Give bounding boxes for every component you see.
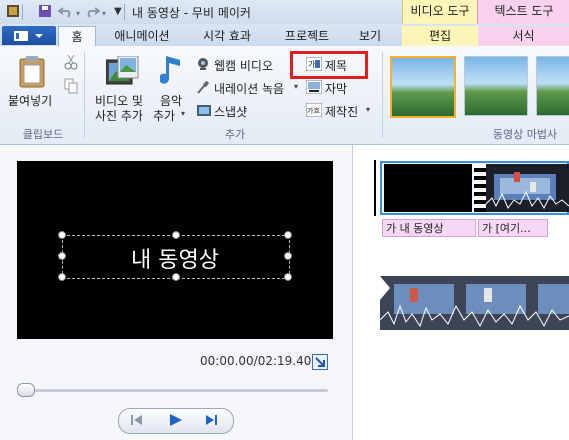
seek-bar[interactable] [18,389,328,392]
record-narration-label[interactable]: 내레이션 녹음 [214,80,284,97]
play-icon[interactable] [161,412,189,428]
group-separator [84,52,85,138]
paste-button-label[interactable]: 붙여넣기 [8,92,52,109]
add-music-icon[interactable] [159,54,184,91]
credits-label[interactable]: 제작진 [325,103,358,120]
title-highlight-box [290,51,368,79]
preview-caption-text: 내 동영상 [131,248,219,273]
webcam-icon[interactable] [196,57,210,74]
automovie-themes-group-label: 동영상 마법사 [492,128,558,141]
copy-icon[interactable] [64,78,78,97]
snapshot-label[interactable]: 스냅샷 [214,103,247,120]
context-tab-text-tools: 텍스트 도구 [477,0,569,25]
playhead-indicator [374,160,376,216]
group-separator [382,52,383,138]
customize-quick-access-icon[interactable]: ▼ [114,6,122,17]
theme-thumbnail[interactable] [464,56,528,116]
add-group-label: 추가 [224,128,246,141]
tab-project[interactable]: 프로젝트 [276,26,338,46]
tab-format[interactable]: 서식 [478,26,569,46]
seek-bar-thumb[interactable] [17,383,35,397]
credits-dropdown-icon[interactable]: ▾ [366,105,370,114]
time-display: 00:00.00/02:19.40 [200,354,312,368]
redo-dropdown-icon[interactable]: ▾ [102,9,106,18]
add-music-label-2[interactable]: 추가 [153,107,175,124]
previous-frame-icon[interactable] [124,412,152,428]
save-icon[interactable] [38,4,52,18]
snapshot-icon[interactable] [196,103,212,120]
credits-icon[interactable]: 가흐 [305,102,323,120]
resize-handle[interactable] [284,231,292,239]
tab-visual-effects[interactable]: 시각 효과 [194,26,260,46]
add-videos-photos-label-2[interactable]: 사진 추가 [95,107,143,124]
file-menu-button[interactable] [2,26,56,45]
tab-home[interactable]: 홈 [58,26,96,48]
context-tab-video-tools: 비디오 도구 [402,0,478,25]
storyboard-clip[interactable] [379,276,569,330]
qa-divider [22,4,23,20]
moviemaker-logo-icon [6,4,20,18]
resize-handle[interactable] [58,231,66,239]
resize-handle[interactable] [58,273,66,281]
undo-icon[interactable] [57,4,72,18]
add-videos-photos-icon[interactable] [105,55,140,91]
split-preview-icon[interactable] [312,354,328,373]
resize-handle[interactable] [172,231,180,239]
redo-icon[interactable] [84,4,101,18]
microphone-icon[interactable] [196,80,210,97]
svg-text:가흐: 가흐 [307,106,320,115]
next-frame-icon[interactable] [196,412,224,428]
storyboard-caption-tag[interactable]: 가 내 동영상 [382,219,476,237]
undo-dropdown-icon[interactable]: ▾ [76,9,80,18]
window-title: 내 동영상 - 무비 메이커 [132,6,251,20]
narration-dropdown-icon[interactable]: ▾ [294,82,298,91]
cut-icon[interactable] [64,54,78,73]
resize-handle[interactable] [172,273,180,281]
theme-thumbnail[interactable] [536,56,569,116]
resize-handle[interactable] [284,273,292,281]
qa-divider [124,4,125,20]
tab-animations[interactable]: 애니메이션 [106,26,178,46]
paste-icon[interactable] [18,55,48,92]
caption-icon[interactable] [305,79,323,97]
add-music-dropdown-icon[interactable]: ▾ [181,109,185,118]
clipboard-group-label: 클립보드 [22,128,64,141]
storyboard-caption-tag[interactable]: 가 [여기... [478,219,548,237]
theme-thumbnail[interactable] [390,56,456,118]
video-clip-frame[interactable] [485,164,569,212]
webcam-video-label[interactable]: 웹캠 비디오 [214,57,273,74]
tab-edit[interactable]: 편집 [402,26,478,46]
title-clip-frame[interactable] [384,164,472,212]
caption-label[interactable]: 자막 [325,80,347,97]
tab-view[interactable]: 보기 [350,26,390,46]
